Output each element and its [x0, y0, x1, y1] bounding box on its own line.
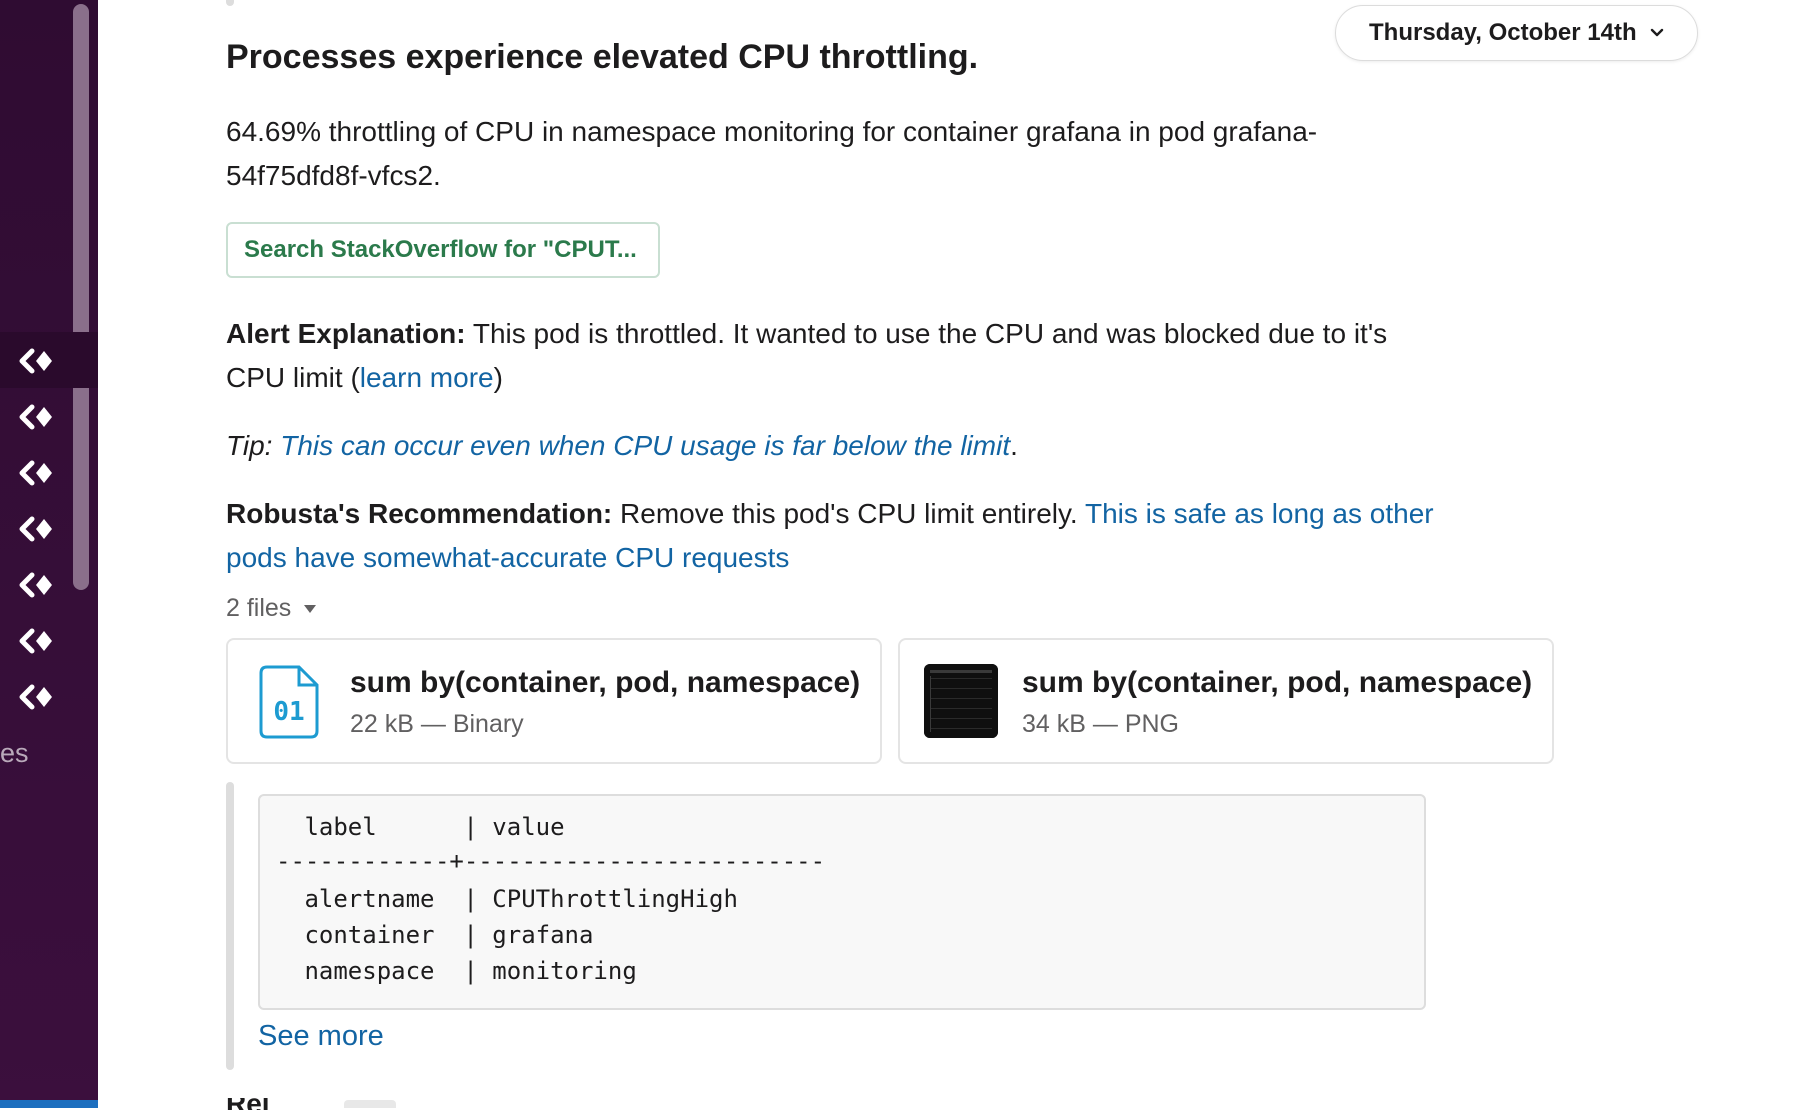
code-separator: ------------+-------------------------: [276, 847, 826, 875]
double-chevron-left-icon[interactable]: [16, 403, 56, 431]
file-meta: 34 kB — PNG: [1022, 710, 1179, 738]
binary-file-icon: 01: [259, 665, 319, 739]
files-toggle[interactable]: 2 files: [226, 594, 317, 623]
file-attachment[interactable]: 01 sum by(container, pod, namespace) ( 2…: [226, 638, 882, 764]
file-name: sum by(container, pod, namespace) (: [350, 666, 862, 699]
image-thumbnail: [924, 664, 998, 738]
file-name: sum by(container, pod, namespace) (: [1022, 666, 1534, 699]
alert-description: 64.69% throttling of CPU in namespace mo…: [226, 116, 1318, 191]
alert-recommendation: Robusta's Recommendation: Remove this po…: [226, 492, 1436, 580]
code-header: label | value: [290, 813, 565, 841]
workspace-sidebar: es: [0, 0, 98, 1108]
code-row: container | grafana: [290, 921, 594, 949]
file-attachment[interactable]: sum by(container, pod, namespace) ( 34 k…: [898, 638, 1554, 764]
explanation-suffix: ): [493, 362, 503, 393]
search-stackoverflow-button[interactable]: Search StackOverflow for "CPUT...: [226, 222, 660, 278]
alert-explanation: Alert Explanation: This pod is throttled…: [226, 312, 1436, 400]
date-label: Thursday, October 14th: [1369, 19, 1637, 46]
explanation-label: Alert Explanation:: [226, 318, 466, 349]
double-chevron-left-icon[interactable]: [16, 683, 56, 711]
previous-message-edge: [226, 0, 234, 6]
labels-code-block: label | value ------------+-------------…: [258, 794, 1426, 1010]
alert-tip: Tip: This can occur even when CPU usage …: [226, 424, 1436, 468]
quote-bar: [226, 782, 234, 1070]
sidebar-bottom-indicator: [0, 1100, 98, 1108]
double-chevron-left-icon[interactable]: [16, 627, 56, 655]
sidebar-scrollbar[interactable]: [73, 4, 89, 590]
double-chevron-left-icon[interactable]: [16, 515, 56, 543]
chart-thumbnail-graphic: [924, 664, 998, 738]
next-section-badge: [344, 1100, 396, 1108]
chevron-down-icon: [1650, 28, 1663, 37]
svg-text:01: 01: [273, 697, 304, 727]
code-row: namespace | monitoring: [290, 957, 637, 985]
recommendation-label: Robusta's Recommendation:: [226, 498, 613, 529]
caret-down-icon: [304, 604, 317, 613]
sidebar-partial-label: es: [0, 738, 29, 768]
recommendation-text: Remove this pod's CPU limit entirely.: [612, 498, 1085, 529]
files-count-label: 2 files: [226, 594, 292, 622]
double-chevron-left-icon[interactable]: [16, 571, 56, 599]
code-row: alertname | CPUThrottlingHigh: [290, 885, 738, 913]
learn-more-link[interactable]: learn more: [360, 362, 494, 393]
tip-link[interactable]: This can occur even when CPU usage is fa…: [280, 430, 1010, 461]
see-more-link[interactable]: See more: [258, 1020, 384, 1053]
date-divider-pill[interactable]: Thursday, October 14th: [1335, 5, 1698, 61]
next-section-heading: Rel: [226, 1098, 286, 1110]
tip-suffix: .: [1010, 430, 1018, 461]
double-chevron-left-icon[interactable]: [16, 347, 56, 375]
alert-title: Processes experience elevated CPU thrott…: [226, 38, 979, 76]
file-meta: 22 kB — Binary: [350, 710, 524, 738]
tip-label: Tip:: [226, 430, 273, 461]
double-chevron-left-icon[interactable]: [16, 459, 56, 487]
